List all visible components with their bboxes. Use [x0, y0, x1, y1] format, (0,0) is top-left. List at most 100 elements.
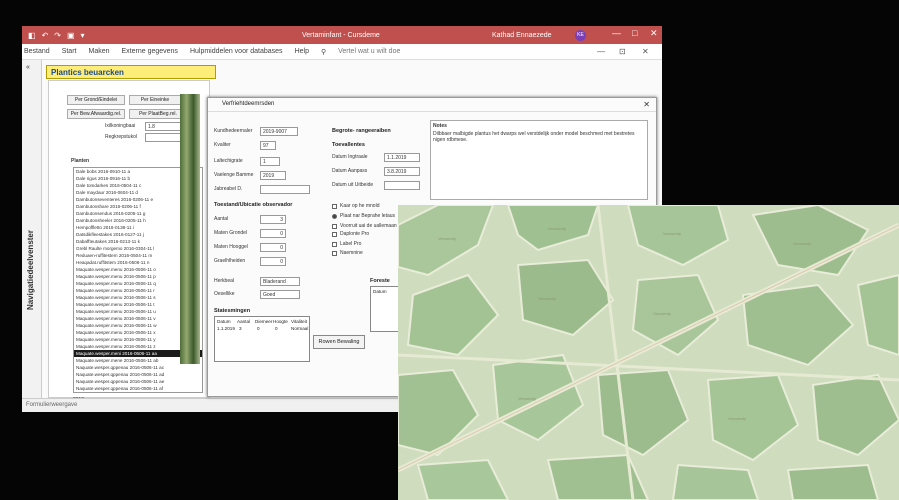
- map-parcel: [786, 463, 880, 500]
- field-graelhlheiden[interactable]: 0: [260, 257, 286, 266]
- field-label-laltechigrate: Laltechigrate: [214, 158, 243, 164]
- list-header: Planten: [71, 158, 90, 164]
- map-label: Vervoerdy: [793, 241, 811, 246]
- dialog-close-icon[interactable]: ✕: [643, 100, 650, 109]
- maximize-button[interactable]: □: [632, 28, 637, 38]
- map-label: Vervoerdy: [538, 296, 556, 301]
- option-checkbox-4[interactable]: [332, 232, 337, 237]
- table2-title: Foreste: [370, 278, 390, 284]
- dialog-title: Verfriehtdeemrsden: [208, 98, 656, 112]
- table-header-diemeer: Diemeer: [255, 319, 273, 324]
- tab-start[interactable]: Start: [62, 48, 77, 55]
- notes-title: Notes: [433, 123, 447, 129]
- lightbulb-icon: ⚲: [320, 48, 327, 56]
- ribbon-close-button[interactable]: ✕: [642, 47, 649, 56]
- field-label-aantal: Aantal: [214, 216, 229, 222]
- tab-hulpmiddelen[interactable]: Hulpmiddelen voor databases: [190, 48, 283, 55]
- filter-afwaardig-button[interactable]: Per Bew.Afwaardig.rel.: [67, 109, 125, 119]
- filter-grond-button[interactable]: Per Grond/Eindelei: [67, 95, 125, 105]
- list-item[interactable]: Naquate.wesper.qppenau 2016-0506-11 ae: [74, 378, 202, 385]
- tab-externe-gegevens[interactable]: Externe gegevens: [122, 48, 178, 55]
- table-header-aantal: Aantal: [237, 319, 251, 324]
- option-checkbox-3[interactable]: [332, 224, 337, 229]
- form-tab[interactable]: Plantics beuarcken: [46, 65, 216, 79]
- option-label-6: Naemnine: [340, 250, 363, 256]
- option-radio-2[interactable]: [332, 214, 337, 219]
- field-label-jabreabel: Jabreabel D.: [214, 186, 243, 192]
- table2-header-datum: Datum: [373, 289, 387, 294]
- option-label-1: Kaar op he mnold: [340, 203, 380, 209]
- option-checkbox-5[interactable]: [332, 242, 337, 247]
- quick-access-toolbar: ◧ ↶ ↷ ▣ ▾: [22, 31, 172, 40]
- list-item[interactable]: Naquate.wesper.qppenau 2016-0506-11 ad: [74, 371, 202, 378]
- select-label-oesellike: Oesellike: [214, 291, 235, 297]
- measurements-table[interactable]: Datum Aantal Diemeer Hoogte Vitaliteit 1…: [214, 316, 310, 362]
- save-icon[interactable]: ◧: [28, 31, 36, 40]
- table-cell: 3: [239, 326, 242, 331]
- view-icon[interactable]: ▣: [67, 31, 75, 40]
- filter-label: Ixilkoningbaai: [105, 123, 136, 129]
- map-label: Vervoerdy: [663, 231, 681, 236]
- field-label-grondel: Maten Grondel: [214, 230, 248, 236]
- map-label: Vervoerdy: [728, 416, 746, 421]
- avatar[interactable]: KE: [575, 30, 586, 41]
- field-grondel[interactable]: 0: [260, 229, 286, 238]
- field-aanpass[interactable]: 3.8.2019: [384, 167, 420, 176]
- option-checkbox-1[interactable]: [332, 204, 337, 209]
- field-uitbeide[interactable]: [384, 181, 420, 190]
- option-label-3: Voorruit uai de uallemaan: [340, 223, 397, 229]
- table-header-vitaliteit: Vitaliteit: [291, 319, 308, 324]
- select-label-herkbeal: Herkbeal: [214, 278, 235, 284]
- photo-strip: [180, 94, 200, 364]
- table-cell: 0: [257, 326, 260, 331]
- notes-text: Dilbbaer malbigde plantus het dwarps wel…: [433, 131, 635, 143]
- select-oesellike[interactable]: Goed: [260, 290, 300, 299]
- window-title: Vertaminfant - Cursdeme: [302, 31, 380, 39]
- filter-plaatbeg-button[interactable]: Per PlaatBeg.rel.: [129, 109, 187, 119]
- filter-eindelei-button[interactable]: Per Eineinke: [129, 95, 181, 105]
- ribbon-restore-button[interactable]: ⊡: [619, 47, 626, 56]
- table-cell: 1.1.2019: [217, 326, 235, 331]
- field-laltechigrate[interactable]: 1: [260, 157, 280, 166]
- select-herkbeal[interactable]: Bladerand: [260, 277, 300, 286]
- field-jabreabel[interactable]: [260, 185, 310, 194]
- field-label-uitbeide: Datum uit Uitbeide: [332, 182, 374, 188]
- tab-maken[interactable]: Maken: [88, 48, 109, 55]
- option-checkbox-6[interactable]: [332, 251, 337, 256]
- undo-icon[interactable]: ↶: [42, 31, 49, 40]
- list-item[interactable]: Naquate.wesper.qppenau 2016-0506-11 af: [74, 385, 202, 392]
- tab-bestand[interactable]: Bestand: [24, 48, 50, 55]
- ribbon-minimize-button[interactable]: —: [597, 47, 605, 56]
- field-kundhede[interactable]: 2019-9007: [260, 127, 298, 136]
- nav-toggle-button[interactable]: «: [26, 64, 30, 71]
- parcel-map: Vervoerdy Vervoerdy Vervoerdy Vervoerdy …: [398, 205, 899, 500]
- count-label: Regkrepstukol: [105, 134, 137, 140]
- customize-qat-icon[interactable]: ▾: [81, 31, 85, 40]
- option-label-5: Label Pro: [340, 241, 362, 247]
- option-label-4: Daplonte Pro: [340, 231, 370, 237]
- option-label-2: Plaat nar Beprahe letaus: [340, 213, 396, 219]
- field-ingtraale[interactable]: 1.1.2019: [384, 153, 420, 162]
- field-vaelenge[interactable]: 2019: [260, 171, 286, 180]
- notes-box[interactable]: Notes Dilbbaer malbigde plantus het dwar…: [430, 120, 648, 200]
- field-hooggel[interactable]: 0: [260, 243, 286, 252]
- ribbon-tabs: Bestand Start Maken Externe gegevens Hul…: [22, 44, 662, 60]
- redo-icon[interactable]: ↷: [54, 31, 61, 40]
- user-name[interactable]: Kathad Ennaezede: [492, 32, 552, 39]
- map-overlay[interactable]: Vervoerdy Vervoerdy Vervoerdy Vervoerdy …: [398, 205, 899, 500]
- navigation-pane-label[interactable]: Navigatiedeelvenster: [26, 230, 35, 310]
- group-right-subtitle: Toevallentes: [332, 142, 365, 148]
- map-parcel: [671, 463, 760, 500]
- map-label: Vervoerdy: [548, 226, 566, 231]
- save-record-button[interactable]: Rowen Bewaling: [313, 335, 365, 349]
- close-button[interactable]: ✕: [650, 28, 658, 39]
- tell-me-input[interactable]: Vertel wat u wilt doe: [338, 48, 400, 55]
- secondary-table[interactable]: Datum: [370, 286, 400, 332]
- field-aantal[interactable]: 3: [260, 215, 286, 224]
- table-header-hoogte: Hoogte: [273, 319, 288, 324]
- field-kvaliter[interactable]: 97: [260, 141, 276, 150]
- tab-help[interactable]: Help: [295, 48, 309, 55]
- field-label-aanpass: Datum Aanpass: [332, 168, 368, 174]
- minimize-button[interactable]: —: [612, 28, 621, 38]
- list-item[interactable]: Naquate.wesper.qppenau 2016-0506-11 ac: [74, 364, 202, 371]
